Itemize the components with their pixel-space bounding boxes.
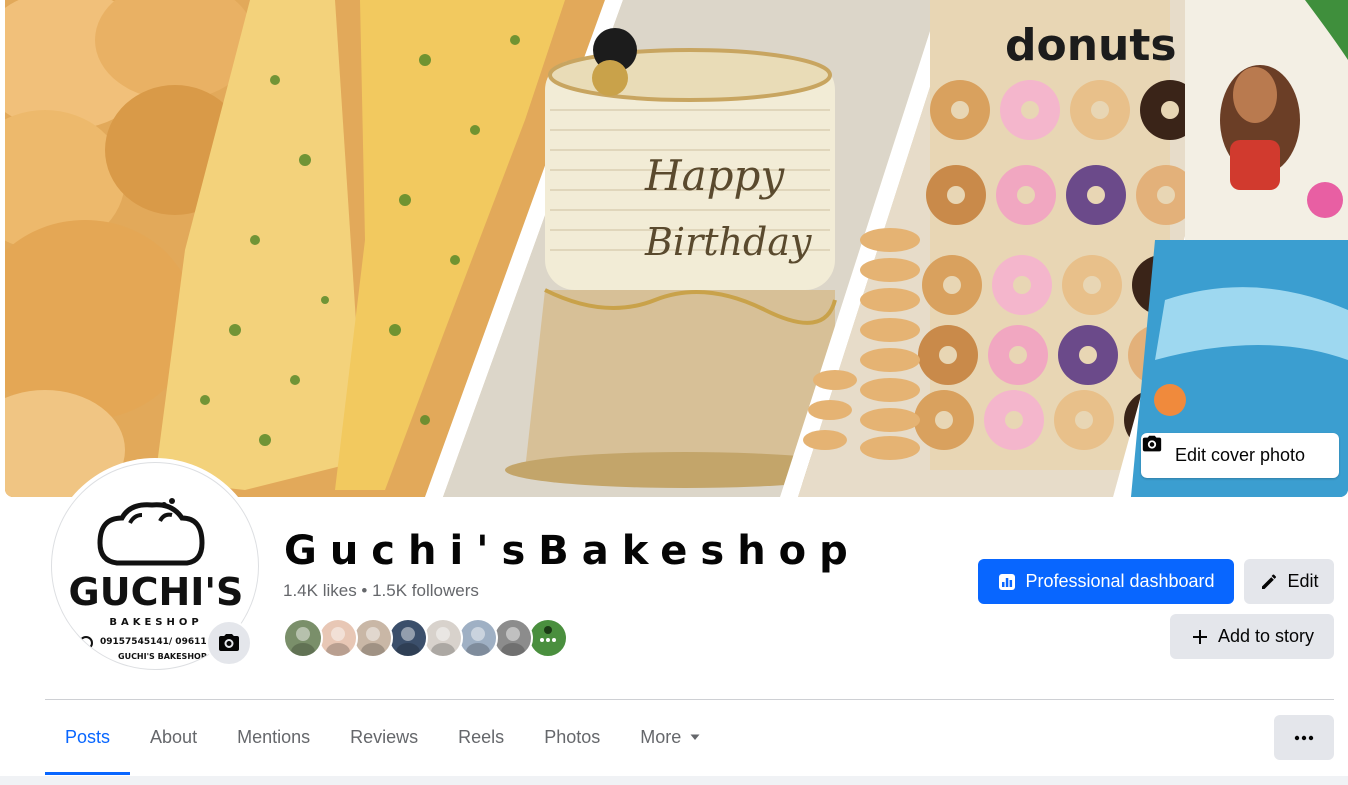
tab-mentions[interactable]: Mentions [217, 700, 330, 774]
tab-posts[interactable]: Posts [45, 700, 131, 775]
follower-avatars[interactable] [283, 618, 568, 660]
ellipsis-icon [1294, 735, 1314, 740]
pencil-icon [1262, 574, 1277, 589]
profile-tabs: Posts About Mentions Reviews Reels Photo… [45, 700, 721, 776]
update-profile-picture-button[interactable] [206, 620, 252, 666]
dashboard-chart-icon [999, 573, 1016, 590]
camera-icon [219, 634, 239, 651]
tab-label: More [640, 726, 682, 747]
professional-dashboard-label: Professional dashboard [1025, 571, 1215, 591]
tab-label: Mentions [237, 726, 311, 747]
donut-sign-text: donuts [1005, 20, 1177, 71]
edit-page-button[interactable]: Edit [1244, 559, 1334, 604]
tab-label: Reviews [350, 726, 419, 747]
cover-photo[interactable]: Happy Birthday donuts Edit cover photo [5, 0, 1348, 497]
tab-more[interactable]: More [620, 700, 721, 774]
tab-about[interactable]: About [130, 700, 217, 774]
caret-down-icon [690, 734, 700, 740]
professional-dashboard-button[interactable]: Professional dashboard [978, 559, 1234, 604]
follower-avatar[interactable] [493, 618, 533, 658]
edit-label: Edit [1287, 571, 1319, 591]
plus-icon [1192, 629, 1207, 644]
more-options-button[interactable] [1274, 715, 1334, 760]
tab-label: Posts [65, 726, 111, 747]
logo-name-text: GUCHI'S [69, 570, 244, 614]
follower-avatar[interactable] [528, 618, 568, 658]
camera-icon [1142, 435, 1162, 452]
logo-footer-text: GUCHI'S BAKESHOP [118, 652, 207, 661]
follower-avatar[interactable] [423, 618, 463, 658]
edit-cover-photo-label: Edit cover photo [1174, 445, 1306, 465]
tab-label: Photos [544, 726, 601, 747]
tab-label: About [150, 726, 198, 747]
add-to-story-button[interactable]: Add to story [1170, 614, 1334, 659]
logo-sub-text: BAKESHOP [109, 617, 202, 628]
tab-photos[interactable]: Photos [524, 700, 620, 774]
follower-avatar[interactable] [283, 618, 323, 658]
follower-avatar[interactable] [388, 618, 428, 658]
follower-avatar[interactable] [458, 618, 498, 658]
tab-label: Reels [458, 726, 505, 747]
page-title: Guchi'sBakeshop [284, 528, 861, 574]
tab-reviews[interactable]: Reviews [330, 700, 438, 774]
cake-topper-text-2: Birthday [644, 220, 812, 264]
likes-followers-count[interactable]: 1.4K likes • 1.5K followers [283, 581, 479, 601]
add-to-story-label: Add to story [1217, 626, 1315, 646]
cake-topper-text: Happy [644, 151, 785, 200]
cover-collage-image: Happy Birthday donuts [5, 0, 1348, 497]
feed-background [0, 776, 1348, 785]
tab-reels[interactable]: Reels [438, 700, 524, 774]
follower-avatar[interactable] [318, 618, 358, 658]
follower-avatar[interactable] [353, 618, 393, 658]
edit-cover-photo-button[interactable]: Edit cover photo [1141, 433, 1339, 478]
